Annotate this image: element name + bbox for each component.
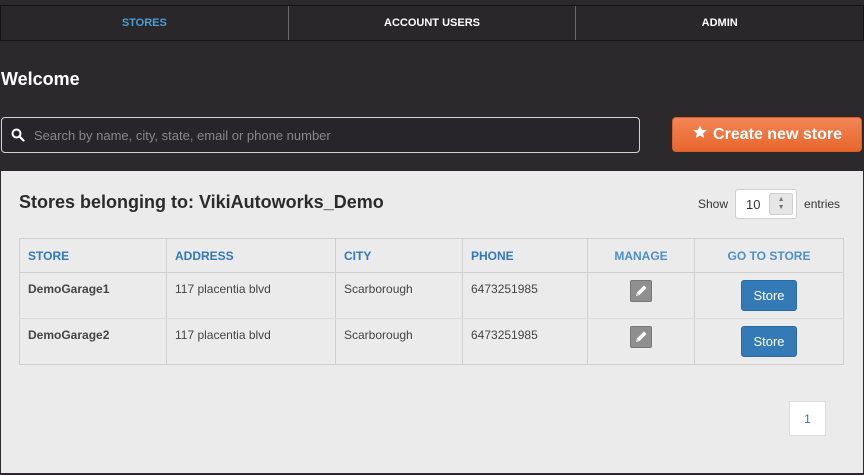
tab-admin[interactable]: ADMIN [576,6,863,40]
search-input[interactable] [34,127,639,143]
entries-control: Show 10 ▲ ▼ entries [698,189,840,219]
store-name: DemoGarage2 [19,318,167,365]
search-bar [1,117,640,153]
column-header-go-to-store: GO TO STORE [694,238,844,273]
store-name: DemoGarage1 [19,272,167,319]
go-to-store-cell: Store [694,318,844,365]
manage-cell [587,272,695,319]
column-header-manage: MANAGE [587,238,695,273]
entries-value: 10 [746,196,761,212]
store-phone: 6473251985 [462,272,588,319]
column-header-phone[interactable]: PHONE [462,238,588,273]
column-header-address[interactable]: ADDRESS [166,238,336,273]
create-store-label: Create new store [713,125,842,143]
pencil-icon[interactable] [630,326,652,348]
table-row: DemoGarage2 117 placentia blvd Scarborou… [19,318,844,365]
store-city: Scarborough [335,318,463,365]
store-button[interactable]: Store [741,326,797,357]
entries-label: entries [804,197,841,211]
store-city: Scarborough [335,272,463,319]
create-store-button[interactable]: Create new store [672,117,862,152]
pencil-icon[interactable] [630,280,652,302]
star-icon [692,124,708,145]
pagination-page-1[interactable]: 1 [789,401,826,436]
store-address: 117 placentia blvd [166,318,336,365]
stores-table: STORE ADDRESS CITY PHONE MANAGE GO TO ST… [19,238,844,365]
tab-stores[interactable]: STORES [1,6,289,40]
sort-icon[interactable]: ▲ ▼ [769,193,794,215]
panel-title: Stores belonging to: VikiAutoworks_Demo [19,192,384,212]
column-header-city[interactable]: CITY [335,238,463,273]
go-to-store-cell: Store [694,272,844,319]
show-label: Show [698,197,729,211]
page-title: Welcome [1,69,80,89]
search-icon [2,128,34,142]
table-row: DemoGarage1 117 placentia blvd Scarborou… [19,272,844,319]
stores-panel: Stores belonging to: VikiAutoworks_Demo … [1,171,863,473]
entries-select[interactable]: 10 ▲ ▼ [735,189,798,219]
tab-account-users[interactable]: ACCOUNT USERS [289,6,577,40]
top-nav: STORES ACCOUNT USERS ADMIN [0,5,864,41]
table-header-row: STORE ADDRESS CITY PHONE MANAGE GO TO ST… [19,238,844,273]
column-header-store[interactable]: STORE [19,238,167,273]
store-phone: 6473251985 [462,318,588,365]
manage-cell [587,318,695,365]
store-address: 117 placentia blvd [166,272,336,319]
store-button[interactable]: Store [741,280,797,311]
